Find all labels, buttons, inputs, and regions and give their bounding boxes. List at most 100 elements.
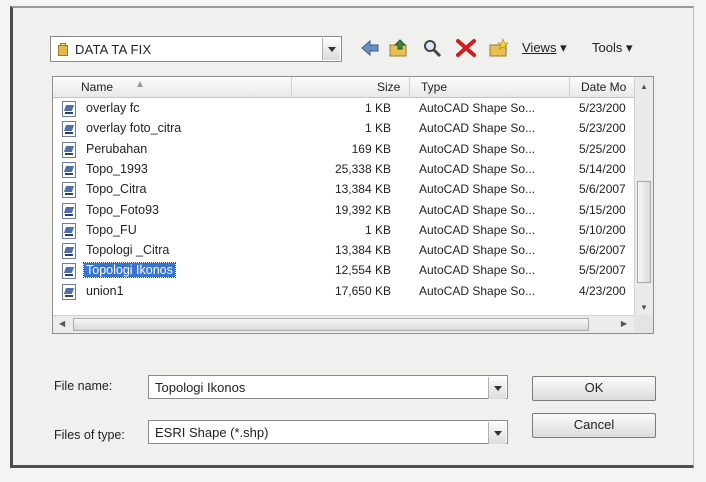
file-size: 12,554 KB xyxy=(334,263,391,278)
shapefile-icon xyxy=(62,202,76,219)
scroll-down-icon[interactable]: ▼ xyxy=(640,303,648,312)
file-type: AutoCAD Shape So... xyxy=(419,202,536,217)
file-type: AutoCAD Shape So... xyxy=(419,283,536,298)
file-date: 5/6/2007 xyxy=(579,243,626,258)
chevron-down-icon[interactable] xyxy=(488,377,506,399)
location-combobox[interactable]: DATA TA FIX xyxy=(50,36,342,62)
file-type: AutoCAD Shape So... xyxy=(419,182,536,197)
file-size: 13,384 KB xyxy=(334,182,391,197)
file-size: 19,392 KB xyxy=(334,202,391,217)
column-header-date[interactable]: Date Mo xyxy=(581,80,626,94)
file-name: Topo_FU xyxy=(86,222,137,237)
delete-icon[interactable] xyxy=(455,38,477,58)
file-size: 17,650 KB xyxy=(334,283,391,298)
file-date: 5/14/200 xyxy=(579,161,626,176)
file-type: AutoCAD Shape So... xyxy=(419,222,536,237)
scroll-right-icon[interactable]: ▶ xyxy=(621,319,627,328)
table-row[interactable]: Topo_FU 1 KB AutoCAD Shape So... 5/10/200 xyxy=(53,221,635,241)
file-name-combobox[interactable]: Topologi Ikonos xyxy=(148,375,508,399)
file-type: AutoCAD Shape So... xyxy=(419,101,536,115)
shapefile-icon xyxy=(62,161,76,178)
table-row[interactable]: Topo_Foto93 19,392 KB AutoCAD Shape So... 5… xyxy=(53,201,635,221)
table-row[interactable]: overlay foto_citra 1 KB AutoCAD Shape So..… xyxy=(53,119,635,139)
folder-icon xyxy=(58,43,68,56)
column-header-name[interactable]: Name xyxy=(81,80,113,94)
shapefile-icon xyxy=(62,222,76,239)
file-list-header: Name ▲ Size Type Date Mo xyxy=(53,77,635,98)
table-row[interactable]: Topologi _Citra 13,384 KB AutoCAD Shape So… xyxy=(53,241,635,261)
ok-button[interactable]: OK xyxy=(532,376,656,401)
file-size: 1 KB xyxy=(364,101,391,115)
table-row[interactable]: Topo_Citra 13,384 KB AutoCAD Shape So... 5/… xyxy=(53,180,635,200)
file-type: AutoCAD Shape So... xyxy=(419,121,536,136)
table-row[interactable]: overlay fc 1 KB AutoCAD Shape So... 5/23/20… xyxy=(53,99,635,119)
file-type-value: ESRI Shape (*.shp) xyxy=(155,425,269,440)
vertical-scroll-thumb[interactable] xyxy=(637,181,651,283)
column-header-size[interactable]: Size xyxy=(377,80,400,94)
file-type: AutoCAD Shape So... xyxy=(419,141,536,156)
file-type-select[interactable]: ESRI Shape (*.shp) xyxy=(148,420,508,444)
file-name: union1 xyxy=(86,283,124,298)
file-name-label: File name: xyxy=(54,379,113,393)
views-label: Views xyxy=(522,40,557,55)
column-header-type[interactable]: Type xyxy=(421,80,447,94)
shapefile-icon xyxy=(62,141,76,158)
shapefile-icon xyxy=(62,243,76,260)
cancel-button[interactable]: Cancel xyxy=(532,413,656,438)
file-name: Topologi _Citra xyxy=(86,243,170,258)
file-date: 5/6/2007 xyxy=(579,182,626,197)
tools-dropdown-icon: ▾ xyxy=(625,40,633,55)
search-icon[interactable] xyxy=(422,38,442,58)
tools-label: Tools xyxy=(592,40,623,55)
shapefile-icon xyxy=(62,101,76,117)
file-date: 5/15/200 xyxy=(579,202,626,217)
table-row[interactable]: Topologi Ikonos 12,554 KB AutoCAD Shape So… xyxy=(53,261,635,281)
vertical-scrollbar[interactable]: ▲ ▼ xyxy=(634,77,653,315)
file-size: 169 KB xyxy=(351,141,391,156)
tools-menu-button[interactable]: Tools ▾ xyxy=(592,40,633,56)
file-size: 1 KB xyxy=(364,121,391,136)
shapefile-icon xyxy=(62,263,76,280)
file-name: Topo_Citra xyxy=(86,182,147,197)
chevron-down-icon[interactable] xyxy=(322,38,340,60)
file-name: Topologi Ikonos xyxy=(83,262,176,279)
file-name: overlay fc xyxy=(86,101,140,115)
file-size: 1 KB xyxy=(364,222,391,237)
scrollbar-corner xyxy=(634,315,653,333)
file-date: 5/10/200 xyxy=(579,222,626,237)
location-folder: DATA TA FIX xyxy=(75,42,152,57)
file-name: Topo_Foto93 xyxy=(86,202,159,217)
file-date: 5/5/2007 xyxy=(579,263,626,278)
table-row[interactable]: Perubahan 169 KB AutoCAD Shape So... 5/25/2… xyxy=(53,140,635,160)
horizontal-scroll-thumb[interactable] xyxy=(73,318,589,331)
shapefile-icon xyxy=(62,283,76,300)
file-size: 13,384 KB xyxy=(334,243,391,258)
file-name: Perubahan xyxy=(86,141,148,156)
table-row[interactable]: union1 17,650 KB AutoCAD Shape So... 4/23/2… xyxy=(53,282,635,302)
file-date: 5/23/200 xyxy=(579,101,626,115)
file-date: 5/25/200 xyxy=(579,141,626,156)
shapefile-icon xyxy=(62,121,76,138)
file-list[interactable]: Name ▲ Size Type Date Mo overlay fc 1 KB A… xyxy=(52,76,654,334)
file-date: 4/23/200 xyxy=(579,283,626,298)
file-name: overlay foto_citra xyxy=(86,121,182,136)
file-name: Topo_1993 xyxy=(86,161,148,176)
file-date: 5/23/200 xyxy=(579,121,626,136)
scroll-left-icon[interactable]: ◀ xyxy=(59,319,65,328)
up-folder-icon[interactable] xyxy=(388,38,410,58)
file-size: 25,338 KB xyxy=(334,161,391,176)
back-icon[interactable] xyxy=(360,38,380,58)
sort-ascending-icon: ▲ xyxy=(135,79,145,90)
file-name-input[interactable]: Topologi Ikonos xyxy=(155,380,245,395)
new-folder-icon[interactable] xyxy=(488,38,510,58)
chevron-down-icon[interactable] xyxy=(488,422,506,444)
views-menu-button[interactable]: Views ▾ xyxy=(522,40,567,56)
horizontal-scrollbar[interactable]: ◀ ▶ xyxy=(53,315,635,333)
scroll-up-icon[interactable]: ▲ xyxy=(640,82,648,91)
file-type: AutoCAD Shape So... xyxy=(419,161,536,176)
file-type-label: Files of type: xyxy=(54,428,125,442)
table-row[interactable]: Topo_1993 25,338 KB AutoCAD Shape So... 5/1… xyxy=(53,160,635,180)
views-dropdown-icon: ▾ xyxy=(560,40,567,55)
file-type: AutoCAD Shape So... xyxy=(419,243,536,258)
shapefile-icon xyxy=(62,182,76,199)
